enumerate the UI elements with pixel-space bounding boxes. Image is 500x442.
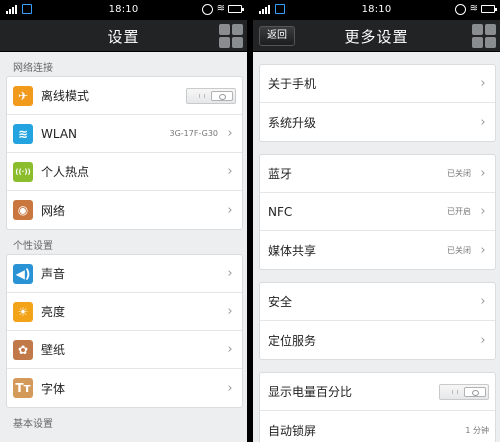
chevron-right-icon: ›: [227, 380, 233, 396]
font-icon: Tт: [13, 378, 33, 398]
hotspot-icon: ((·)): [13, 161, 33, 182]
settings-row[interactable]: Tт 字体 ›: [7, 369, 242, 407]
brightness-icon: ☀: [13, 301, 33, 322]
settings-row-label: 网络: [41, 203, 66, 218]
settings-row-label: 系统升级: [268, 115, 317, 130]
globe-icon: ◉: [13, 200, 33, 220]
wallpaper-icon: ✿: [13, 339, 33, 360]
settings-row-label: NFC: [268, 204, 293, 219]
settings-row-label: 声音: [41, 267, 66, 281]
speaker-icon: ◀): [13, 263, 33, 284]
settings-row[interactable]: 自动锁屏 1 分钟: [260, 411, 495, 442]
settings-row-label: 亮度: [41, 305, 66, 319]
settings-row-label: 自动锁屏: [268, 423, 317, 438]
alarm-icon: [202, 4, 213, 15]
airplane-icon: ✈: [13, 85, 33, 106]
menu-grid-icon[interactable]: [219, 24, 243, 48]
settings-row-value: 已开启: [447, 207, 471, 216]
settings-row[interactable]: ((·)) 个人热点 ›: [7, 153, 242, 191]
settings-group: 关于手机 › 系统升级 ›: [259, 64, 496, 142]
settings-row[interactable]: ✿ 壁纸 ›: [7, 331, 242, 369]
chevron-right-icon: ›: [480, 204, 486, 219]
chevron-right-icon: ›: [480, 294, 486, 309]
battery-icon: [481, 5, 497, 13]
toggle-knob: [464, 386, 486, 397]
section-header: 个性设置: [13, 241, 53, 252]
settings-row-value: 已关闭: [447, 245, 471, 255]
page-title: 更多设置: [344, 28, 409, 46]
settings-row[interactable]: 系统升级 ›: [260, 103, 495, 141]
chevron-right-icon: ›: [227, 126, 233, 141]
settings-row[interactable]: ✈ 离线模式: [7, 77, 242, 115]
settings-row[interactable]: ◉ 网络 ›: [7, 191, 242, 229]
settings-row-label: 蓝牙: [268, 167, 293, 181]
wifi-status-icon: ≋: [469, 3, 478, 14]
wifi-status-icon: ≋: [216, 3, 225, 14]
settings-screen: 18:10 ≋ 设置 网络连接 ✈ 离线模式 ≋ WLAN 3G-17F-G30 › ((·)…: [0, 0, 247, 442]
chevron-right-icon: ›: [480, 76, 486, 91]
settings-row[interactable]: ≋ WLAN 3G-17F-G30 ›: [7, 115, 242, 153]
chevron-right-icon: ›: [480, 114, 486, 130]
menu-grid-icon[interactable]: [472, 24, 496, 48]
settings-row-label: 定位服务: [268, 333, 317, 348]
wifi-icon: ≋: [13, 123, 33, 144]
toggle-switch[interactable]: [186, 87, 236, 104]
settings-row-label: 字体: [41, 381, 66, 396]
more-settings-list: 关于手机 › 系统升级 › 蓝牙 已关闭 › NFC 已开启 › 媒体共享 已关闭 › 安全 › 定位服务 › 显…: [253, 52, 500, 442]
settings-row-label: 壁纸: [41, 343, 66, 357]
settings-row-label: 离线模式: [41, 89, 90, 103]
chevron-right-icon: ›: [480, 166, 486, 181]
section-header: 基本设置: [13, 419, 53, 430]
title-bar: 设置: [0, 20, 247, 52]
toggle-switch[interactable]: [439, 383, 489, 400]
settings-group: ✈ 离线模式 ≋ WLAN 3G-17F-G30 › ((·)) 个人热点 › ◉ 网络 ›: [6, 76, 243, 230]
settings-row[interactable]: 显示电量百分比: [260, 373, 495, 411]
settings-row[interactable]: 媒体共享 已关闭 ›: [260, 231, 495, 269]
settings-row[interactable]: NFC 已开启 ›: [260, 193, 495, 231]
alarm-icon: [455, 4, 466, 15]
settings-row[interactable]: 关于手机 ›: [260, 65, 495, 103]
status-bar: 18:10 ≋: [0, 0, 247, 20]
more-settings-screen: 18:10 ≋ 返回 更多设置 关于手机 › 系统升级 › 蓝牙 已关闭 › NFC 已开启 › 媒…: [253, 0, 500, 442]
chevron-right-icon: ›: [227, 342, 233, 357]
settings-row-label: 媒体共享: [268, 243, 317, 258]
chevron-right-icon: ›: [227, 304, 233, 319]
settings-row-label: WLAN: [41, 126, 78, 141]
settings-group: 安全 › 定位服务 ›: [259, 282, 496, 360]
status-bar: 18:10 ≋: [253, 0, 500, 20]
settings-row[interactable]: ☀ 亮度 ›: [7, 293, 242, 331]
toggle-knob: [211, 90, 233, 101]
chevron-right-icon: ›: [227, 266, 233, 281]
settings-row[interactable]: 安全 ›: [260, 283, 495, 321]
section-header: 网络连接: [13, 63, 53, 74]
settings-group: 蓝牙 已关闭 › NFC 已开启 › 媒体共享 已关闭 ›: [259, 154, 496, 270]
chevron-right-icon: ›: [480, 332, 486, 348]
settings-row-label: 显示电量百分比: [268, 385, 353, 399]
page-title: 设置: [107, 28, 140, 46]
title-bar: 返回 更多设置: [253, 20, 500, 52]
settings-row-value: 3G-17F-G30: [169, 129, 218, 138]
settings-group: ◀) 声音 › ☀ 亮度 › ✿ 壁纸 › Tт 字体 ›: [6, 254, 243, 408]
settings-row[interactable]: 定位服务 ›: [260, 321, 495, 359]
settings-row-label: 关于手机: [268, 77, 317, 91]
settings-row-value: 1 分钟: [465, 425, 489, 435]
chevron-right-icon: ›: [480, 242, 486, 258]
settings-row-label: 个人热点: [41, 165, 90, 179]
settings-list: 网络连接 ✈ 离线模式 ≋ WLAN 3G-17F-G30 › ((·)) 个人热点 › ◉ 网络 › 个…: [0, 52, 247, 432]
settings-row-value: 已关闭: [447, 169, 471, 178]
settings-row-label: 安全: [268, 295, 293, 309]
settings-row[interactable]: ◀) 声音 ›: [7, 255, 242, 293]
battery-icon: [228, 5, 244, 13]
chevron-right-icon: ›: [227, 164, 233, 179]
settings-group: 显示电量百分比 自动锁屏 1 分钟: [259, 372, 496, 442]
settings-row[interactable]: 蓝牙 已关闭 ›: [260, 155, 495, 193]
chevron-right-icon: ›: [227, 202, 233, 218]
